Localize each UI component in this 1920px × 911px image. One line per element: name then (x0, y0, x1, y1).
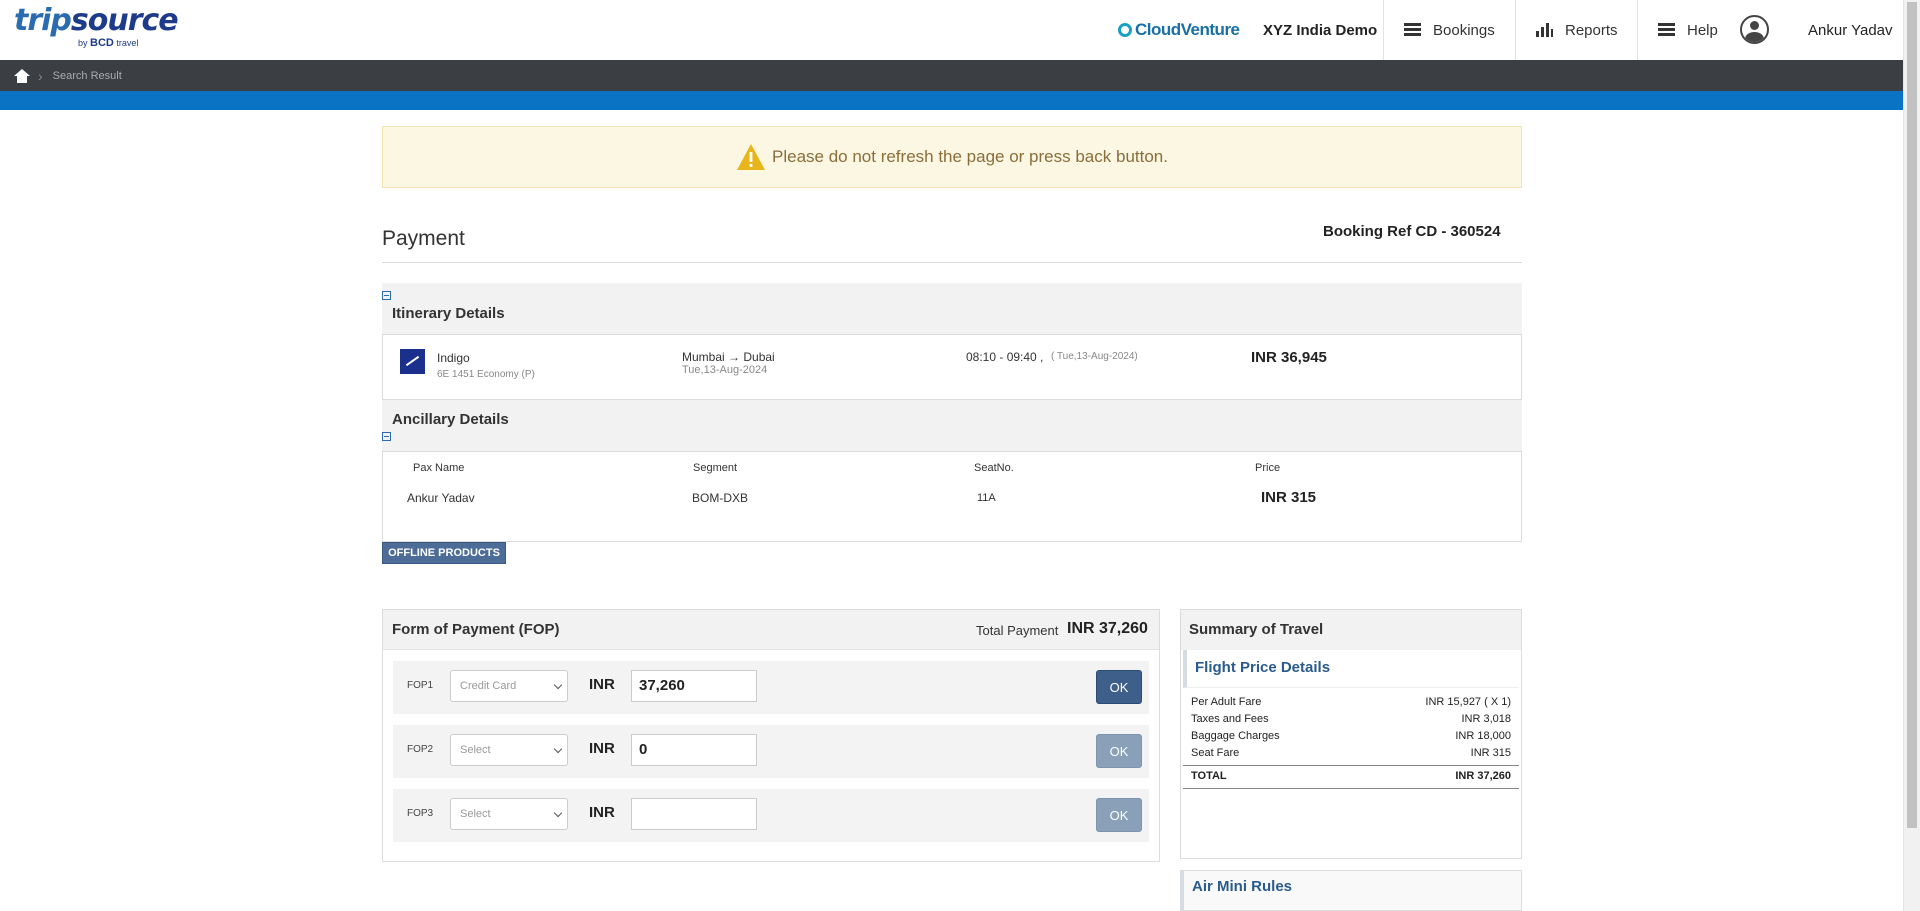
air-mini-rules-header[interactable]: Air Mini Rules (1180, 870, 1522, 911)
fare-row: Taxes and Fees INR 3,018 (1191, 713, 1511, 725)
col-segment: Segment (693, 462, 738, 474)
air-mini-rules-title: Air Mini Rules (1192, 878, 1293, 895)
logo-bcd: BCD (90, 37, 114, 49)
offline-products-button[interactable]: OFFLINE PRODUCTS (382, 542, 506, 564)
divider (382, 262, 1522, 263)
itinerary-header (382, 283, 1522, 335)
chevron-down-icon (553, 680, 563, 690)
cloudventure-logo: CloudVenture (1118, 0, 1240, 60)
fop2-ok-button[interactable]: OK (1096, 734, 1142, 768)
accent-bar (0, 91, 1903, 110)
flight-time-date: ( Tue,13-Aug-2024) (1051, 351, 1138, 362)
fop1-ok-button[interactable]: OK (1096, 670, 1142, 704)
airline-name: Indigo (437, 351, 470, 365)
fop1-select[interactable]: Credit Card (450, 670, 568, 702)
seat-number: 11A (977, 492, 996, 504)
nav-reports-label: Reports (1565, 21, 1618, 39)
logo-text-source: source (70, 3, 179, 38)
total-payment-label: Total Payment (976, 623, 1059, 638)
fop3-select[interactable]: Select (450, 798, 568, 830)
home-icon[interactable] (14, 68, 30, 83)
org-name: XYZ India Demo (1263, 21, 1378, 39)
route: Mumbai → Dubai (682, 350, 775, 364)
fop-header: Form of Payment (FOP) Total Payment INR … (383, 610, 1159, 650)
flight-number: 6E 1451 Economy (P) (437, 369, 535, 380)
fop2-currency: INR (589, 740, 615, 757)
fop-title: Form of Payment (FOP) (392, 621, 560, 638)
fop1-label: FOP1 (407, 680, 434, 691)
warning-banner: Please do not refresh the page or press … (382, 126, 1522, 188)
summary-title: Summary of Travel (1189, 621, 1324, 638)
itinerary-box (382, 334, 1522, 400)
hamburger-icon (1658, 23, 1675, 37)
route-date: Tue,13-Aug-2024 (682, 364, 768, 376)
breadcrumb-current: Search Result (52, 69, 122, 82)
fare-total-row: TOTAL INR 37,260 (1191, 770, 1511, 782)
fare-row: Seat Fare INR 315 (1191, 747, 1511, 759)
bar-chart-icon (1536, 23, 1553, 37)
page-title: Payment (382, 227, 465, 250)
fare-row: Per Adult Fare INR 15,927 ( X 1) (1191, 696, 1511, 708)
fop2-amount-input[interactable]: 0 (631, 734, 757, 766)
user-name[interactable]: Ankur Yadav (1808, 0, 1893, 60)
itinerary-price: INR 36,945 (1251, 349, 1327, 366)
summary-header: Summary of Travel (1181, 610, 1521, 650)
fop2-label: FOP2 (407, 744, 434, 755)
nav-reports[interactable]: Reports (1515, 0, 1637, 60)
summary-panel: Summary of Travel Flight Price Details P… (1180, 609, 1522, 859)
total-divider-bottom (1183, 788, 1519, 789)
flight-price-details-header[interactable]: Flight Price Details (1183, 650, 1519, 688)
fop1-amount-input[interactable]: 37,260 (631, 670, 757, 702)
collapse-icon[interactable] (382, 291, 391, 300)
pax-name: Ankur Yadav (407, 491, 475, 505)
flight-price-details-title: Flight Price Details (1195, 659, 1331, 676)
flight-time: 08:10 - 09:40 , (966, 350, 1044, 364)
top-header: tripsource by BCD travel CloudVenture XY… (0, 0, 1903, 60)
logo-travel: travel (116, 38, 139, 48)
col-seatno: SeatNo. (974, 462, 1014, 474)
logo-by: by (78, 38, 88, 48)
itinerary-title: Itinerary Details (392, 305, 505, 322)
ancillary-price: INR 315 (1261, 489, 1317, 506)
breadcrumb: › Search Result (0, 60, 1903, 91)
fop-row-2: FOP2 Select INR 0 OK (393, 725, 1149, 778)
logo-text-trip: trip (14, 3, 72, 38)
segment: BOM-DXB (692, 491, 749, 505)
nav-help[interactable]: Help (1637, 0, 1737, 60)
fop3-label: FOP3 (407, 808, 434, 819)
breadcrumb-separator: › (38, 67, 43, 84)
vertical-scrollbar[interactable] (1903, 0, 1920, 911)
fop-row-3: FOP3 Select INR OK (393, 789, 1149, 842)
booking-ref: Booking Ref CD - 360524 (1323, 223, 1501, 240)
total-payment-value: INR 37,260 (1067, 620, 1148, 637)
hamburger-icon (1404, 23, 1421, 37)
scrollbar-thumb[interactable] (1907, 2, 1917, 828)
fop1-currency: INR (589, 676, 615, 693)
fop3-ok-button[interactable]: OK (1096, 798, 1142, 832)
tripsource-logo[interactable]: tripsource by BCD travel (14, 3, 179, 52)
nav-bookings-label: Bookings (1433, 21, 1495, 39)
fop-row-1: FOP1 Credit Card INR 37,260 OK (393, 661, 1149, 714)
col-price: Price (1255, 462, 1281, 474)
chevron-down-icon (553, 808, 563, 818)
airline-logo-icon (400, 349, 425, 374)
fare-row: Baggage Charges INR 18,000 (1191, 730, 1511, 742)
chevron-down-icon (553, 744, 563, 754)
ancillary-title: Ancillary Details (392, 411, 509, 428)
nav-bookings[interactable]: Bookings (1383, 0, 1515, 60)
fop2-select[interactable]: Select (450, 734, 568, 766)
warning-text: Please do not refresh the page or press … (772, 147, 1168, 166)
fop3-currency: INR (589, 804, 615, 821)
fop-panel: Form of Payment (FOP) Total Payment INR … (382, 609, 1160, 862)
fop3-amount-input[interactable] (631, 798, 757, 830)
ancillary-header (382, 400, 1522, 452)
warning-icon (737, 144, 765, 170)
collapse-icon[interactable] (382, 432, 391, 441)
nav-help-label: Help (1687, 21, 1718, 39)
cloud-icon (1118, 23, 1132, 37)
user-avatar-icon[interactable] (1740, 15, 1769, 44)
total-divider (1183, 765, 1519, 766)
col-pax-name: Pax Name (413, 462, 465, 474)
ancillary-box (382, 451, 1522, 542)
